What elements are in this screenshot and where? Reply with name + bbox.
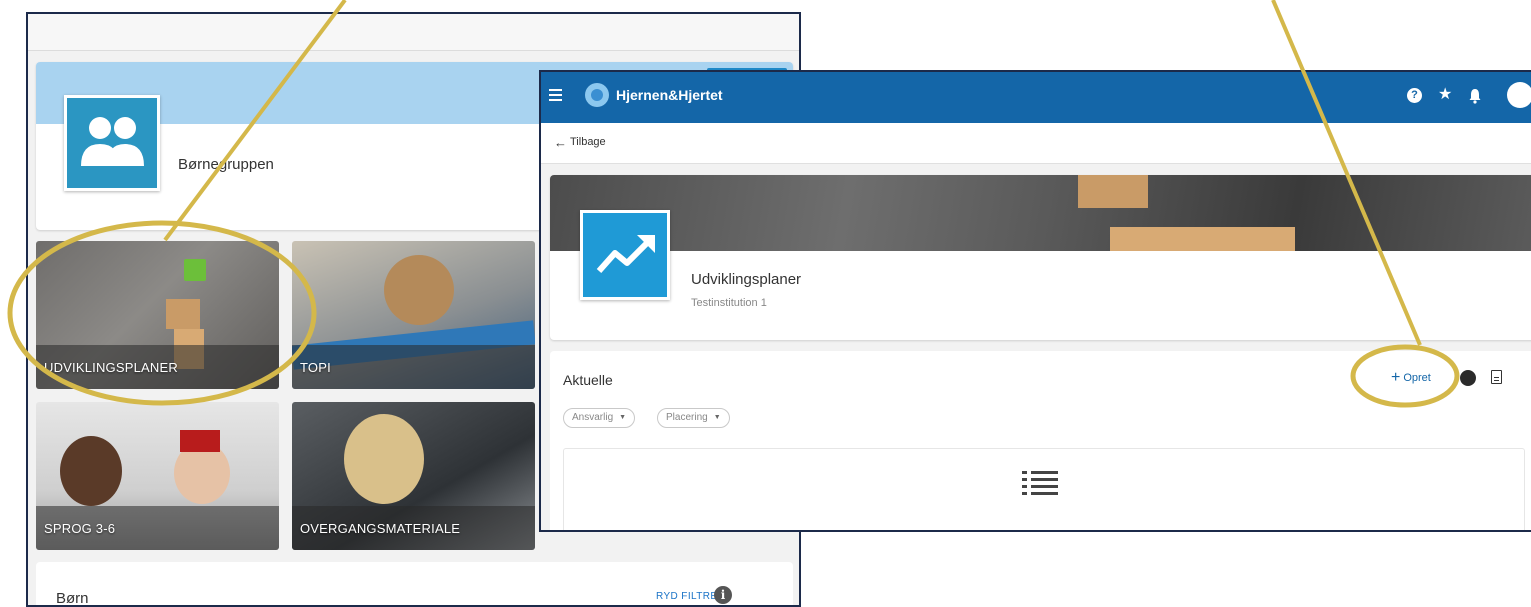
plan-title: Udviklingsplaner [691,271,802,288]
group-name: Børnegruppen [178,156,274,173]
help-icon[interactable]: ? [1407,88,1422,103]
group-avatar [64,95,160,191]
create-button[interactable]: + Opret [1391,369,1431,386]
trending-up-icon [596,235,655,273]
plan-subtitle: Testinstitution 1 [691,297,767,309]
app-bar: Hjernen&Hjertet ? ★ [541,72,1531,123]
section-title: Aktuelle [563,372,613,388]
tile-topi[interactable]: TOPI [292,241,535,389]
menu-icon[interactable] [549,89,562,101]
filter-placering[interactable]: Placering ▼ [657,408,730,428]
brand-logo-icon[interactable] [585,83,609,107]
wood-block [1110,227,1295,251]
bell-icon[interactable] [1468,88,1482,104]
tile-overgangsmateriale[interactable]: OVERGANGSMATERIALE [292,402,535,550]
development-plans-screen: Hjernen&Hjertet ? ★ ← Tilbage Udviklings… [539,70,1531,532]
brand-name[interactable]: Hjernen&Hjertet [616,87,723,103]
filter-ansvarlig[interactable]: Ansvarlig ▼ [563,408,636,428]
child-hair [384,255,454,325]
plus-icon: + [1391,369,1401,386]
fez-hat [180,430,220,452]
children-section: Børn RYD FILTRE i [36,562,793,607]
tile-label: TOPI [300,360,331,375]
plan-banner [550,175,1531,251]
list-icon [1022,471,1058,497]
plan-avatar [580,210,670,300]
child-hair [344,414,424,504]
wood-block [1078,175,1148,208]
info-icon[interactable]: i [714,586,732,604]
back-arrow-icon[interactable]: ← [554,135,567,150]
tile-label: SPROG 3-6 [44,521,116,536]
account-icon[interactable] [1507,82,1531,108]
caret-down-icon: ▼ [619,414,627,421]
tile-label: UDVIKLINGSPLANER [44,360,178,375]
filter-label: Ansvarlig [572,412,614,423]
create-label: Opret [1403,372,1431,384]
green-cube [184,259,206,281]
tile-udviklingsplaner[interactable]: UDVIKLINGSPLANER [36,241,279,389]
document-icon[interactable] [1491,370,1502,384]
visibility-icon[interactable] [1460,370,1476,386]
back-row: ← Tilbage [541,123,1531,164]
empty-list [563,448,1525,530]
child-face [60,436,122,506]
top-bar [28,14,799,51]
current-plans-card: Aktuelle + Opret Ansvarlig ▼ Placering ▼ [550,351,1531,530]
tile-sprog[interactable]: SPROG 3-6 [36,402,279,550]
tile-label: OVERGANGSMATERIALE [300,521,461,536]
people-icon [81,117,144,166]
clear-filters-button[interactable]: RYD FILTRE [656,591,717,602]
wood-block [166,299,200,329]
star-icon[interactable]: ★ [1438,85,1452,105]
plan-header-card: Udviklingsplaner Testinstitution 1 [550,175,1531,340]
filter-label: Placering [666,412,708,423]
children-title: Børn [56,590,89,607]
caret-down-icon: ▼ [713,414,721,421]
back-link[interactable]: Tilbage [570,136,606,148]
